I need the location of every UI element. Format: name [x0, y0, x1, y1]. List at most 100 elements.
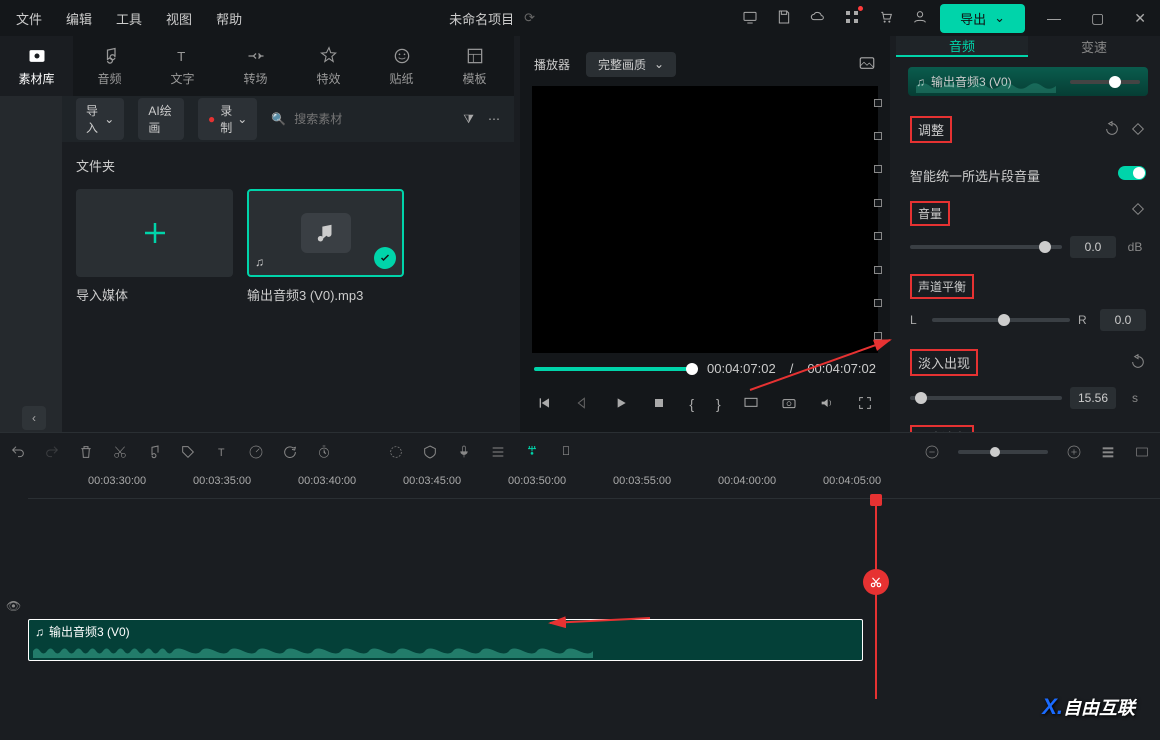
rail-text[interactable]: T文字 — [146, 36, 219, 96]
quality-select[interactable]: 完整画质⌄ — [586, 52, 676, 77]
volume-slider[interactable] — [910, 245, 1062, 249]
keyframe-icon[interactable] — [1130, 121, 1146, 137]
play-button[interactable] — [613, 395, 629, 414]
balance-slider[interactable] — [932, 318, 1070, 322]
ai-draw-button[interactable]: AI绘画 — [138, 98, 184, 140]
media-panel: 素材库 音频 T文字 转场 特效 贴纸 模板 ‹ 导入⌄ AI绘画 ●录制⌄ 🔍… — [0, 36, 514, 432]
note-icon: ♫ — [255, 255, 264, 269]
zoom-in-icon[interactable] — [1066, 444, 1082, 460]
playhead[interactable] — [875, 499, 877, 699]
category-rail: 素材库 音频 T文字 转场 特效 贴纸 模板 — [0, 36, 514, 96]
mic-icon[interactable] — [456, 444, 472, 460]
snapshot-icon[interactable] — [858, 54, 876, 75]
marker-icon[interactable] — [558, 444, 574, 460]
stop-button[interactable] — [651, 395, 667, 414]
sync-icon[interactable]: ⟳ — [524, 10, 535, 26]
search-input[interactable] — [294, 112, 449, 126]
collapse-sidebar-button[interactable]: ‹ — [22, 406, 46, 430]
split-button[interactable] — [863, 569, 889, 595]
smart-volume-label: 智能统一所选片段音量 — [910, 166, 1118, 185]
progress-bar[interactable] — [534, 367, 693, 371]
rail-audio[interactable]: 音频 — [73, 36, 146, 96]
rail-transition[interactable]: 转场 — [219, 36, 292, 96]
track-visibility-icon[interactable]: 👁 — [6, 599, 21, 613]
tag-icon[interactable] — [180, 444, 196, 460]
rail-sticker[interactable]: 贴纸 — [365, 36, 438, 96]
keyframe-icon[interactable] — [1130, 201, 1146, 217]
fadein-slider[interactable] — [910, 396, 1062, 400]
prev-frame-button[interactable] — [537, 395, 553, 414]
magnet-icon[interactable] — [524, 444, 540, 460]
menu-tool[interactable]: 工具 — [116, 9, 142, 28]
volume-value[interactable]: 0.0 — [1070, 236, 1116, 258]
music-file-icon — [301, 213, 351, 253]
fadein-value[interactable]: 15.56 — [1070, 387, 1116, 409]
menu-file[interactable]: 文件 — [16, 9, 42, 28]
speed-icon[interactable] — [248, 444, 264, 460]
device-icon[interactable] — [742, 9, 758, 28]
filter-icon[interactable]: ⧩ — [463, 112, 474, 127]
redo-icon[interactable] — [44, 444, 60, 460]
timeline-audio-clip[interactable]: ♫输出音频3 (V0) — [28, 619, 863, 661]
menu-edit[interactable]: 编辑 — [66, 9, 92, 28]
save-icon[interactable] — [776, 9, 792, 28]
music-tool-icon[interactable] — [146, 444, 162, 460]
color-icon[interactable] — [388, 444, 404, 460]
menu-view[interactable]: 视图 — [166, 9, 192, 28]
video-viewport[interactable] — [532, 86, 878, 353]
apps-icon[interactable] — [844, 9, 860, 28]
chevron-down-icon: ⌄ — [104, 112, 114, 126]
cart-icon[interactable] — [878, 9, 894, 28]
chip-slider[interactable] — [1070, 80, 1140, 84]
close-button[interactable]: ✕ — [1128, 8, 1152, 29]
balance-value[interactable]: 0.0 — [1100, 309, 1146, 331]
mark-in-button[interactable]: { — [689, 396, 694, 412]
rail-media[interactable]: 素材库 — [0, 36, 73, 96]
reset-icon[interactable] — [1104, 121, 1120, 137]
display-icon[interactable] — [743, 395, 759, 414]
mask-icon[interactable] — [422, 444, 438, 460]
record-button[interactable]: ●录制⌄ — [198, 98, 257, 140]
fullscreen-icon[interactable] — [857, 395, 873, 414]
preview-panel: 播放器 完整画质⌄ 00:04:07:02 / 00:04:07:02 { } — [520, 36, 890, 432]
minimize-button[interactable]: — — [1041, 8, 1067, 29]
text-tool-icon[interactable]: T — [214, 444, 230, 460]
watermark: X.自由互联 — [1042, 694, 1135, 720]
list-icon[interactable] — [490, 444, 506, 460]
volume-icon[interactable] — [819, 395, 835, 414]
timeline: T 00:03:30:00 00:03:35:00 00:03:40:00 00… — [0, 432, 1160, 699]
delete-icon[interactable] — [78, 444, 94, 460]
fit-icon[interactable] — [1134, 444, 1150, 460]
cloud-icon[interactable] — [810, 9, 826, 28]
menu-help[interactable]: 帮助 — [216, 9, 242, 28]
user-icon[interactable] — [912, 9, 928, 28]
undo-icon[interactable] — [10, 444, 26, 460]
rail-template[interactable]: 模板 — [438, 36, 511, 96]
tab-audio[interactable]: 音频 — [896, 36, 1028, 57]
tab-speed[interactable]: 变速 — [1028, 36, 1160, 57]
camera-icon[interactable] — [781, 395, 797, 414]
step-back-button[interactable] — [575, 395, 591, 414]
media-clip-card[interactable]: ♫ 输出音频3 (V0).mp3 — [247, 189, 404, 304]
reset-icon[interactable] — [1130, 354, 1146, 370]
resize-handles[interactable] — [874, 86, 882, 353]
rotate-icon[interactable] — [282, 444, 298, 460]
waveform — [33, 644, 593, 658]
tracks-area[interactable]: 👁 ♫输出音频3 (V0) — [28, 499, 1160, 699]
more-icon[interactable]: ⋯ — [488, 112, 500, 126]
cut-icon[interactable] — [112, 444, 128, 460]
maximize-button[interactable]: ▢ — [1085, 8, 1110, 29]
export-button[interactable]: 导出 ⌄ — [940, 4, 1025, 33]
clip-chip[interactable]: ♫ 输出音频3 (V0) — [908, 67, 1148, 96]
rail-effect[interactable]: 特效 — [292, 36, 365, 96]
smart-volume-toggle[interactable] — [1118, 166, 1146, 180]
zoom-slider[interactable] — [958, 450, 1048, 454]
import-media-card[interactable]: 导入媒体 — [76, 189, 233, 304]
zoom-out-icon[interactable] — [924, 444, 940, 460]
timeline-ruler[interactable]: 00:03:30:00 00:03:35:00 00:03:40:00 00:0… — [28, 471, 1160, 499]
import-button[interactable]: 导入⌄ — [76, 98, 124, 140]
mark-out-button[interactable]: } — [716, 396, 721, 412]
progress-row: 00:04:07:02 / 00:04:07:02 — [520, 353, 890, 384]
track-view-icon[interactable] — [1100, 444, 1116, 460]
timer-icon[interactable] — [316, 444, 332, 460]
